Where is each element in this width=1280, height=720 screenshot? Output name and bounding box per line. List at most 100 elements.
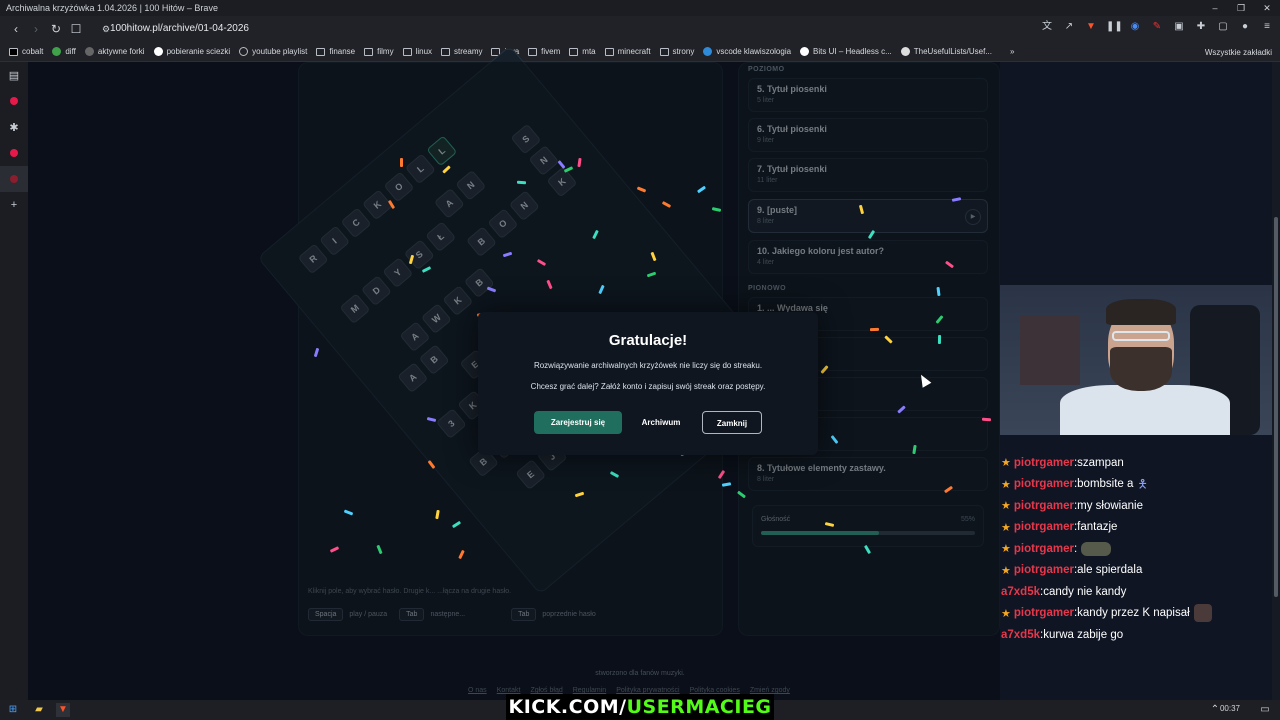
audio-icon[interactable]: ◉: [1128, 20, 1142, 34]
chat-text: bombsite a: [1077, 478, 1134, 491]
bookmark-icon[interactable]: ☐: [66, 22, 86, 36]
confetti-piece: [400, 158, 403, 167]
wallet-icon[interactable]: ▣: [1172, 20, 1186, 34]
register-button[interactable]: Zarejestruj się: [534, 411, 622, 434]
chat-text: fantazje: [1077, 521, 1118, 534]
bookmark-strony[interactable]: strony: [659, 47, 694, 56]
bookmark-finanse[interactable]: finanse: [316, 47, 355, 56]
url-input[interactable]: 100hitow.pl/archive/01-04-2026: [110, 19, 590, 39]
subscriber-star-icon: ★: [1001, 457, 1011, 470]
chat-message: ★ piotrgamer: bombsite a 🯅: [1001, 474, 1273, 496]
folder-icon: [441, 47, 451, 56]
scrollbar-thumb[interactable]: [1274, 217, 1278, 597]
emote-icon: 🯅: [1137, 477, 1148, 492]
chat-text: ale spierdala: [1077, 564, 1143, 577]
chat-username[interactable]: piotrgamer: [1014, 500, 1074, 512]
bookmark-minecraft[interactable]: minecraft: [604, 47, 651, 56]
window-title: Archiwalna krzyżówka 1.04.2026 | 100 Hit…: [6, 3, 218, 13]
bookmark-linux[interactable]: linux: [402, 47, 432, 56]
notification-icon[interactable]: ▭: [1258, 703, 1272, 717]
bookmarks-bar: cobalt diff aktywne forki pobieranie sci…: [0, 42, 1280, 62]
confetti-piece: [516, 180, 527, 185]
forward-icon[interactable]: ›: [26, 22, 46, 36]
bookmark-vscode[interactable]: vscode klawiszologia: [703, 47, 791, 56]
close-icon[interactable]: ✕: [1254, 0, 1280, 16]
brave-shield-icon[interactable]: ▼: [1084, 20, 1098, 34]
chat-text: my słowianie: [1077, 499, 1143, 512]
chat-message: ★ piotrgamer: szampan: [1001, 452, 1273, 474]
chat-username[interactable]: piotrgamer: [1014, 478, 1074, 490]
modal-title: Gratulacje!: [608, 332, 688, 349]
extension-icon[interactable]: ✎: [1150, 20, 1164, 34]
subscriber-star-icon: ★: [1001, 478, 1011, 491]
chat-text: kandy przez K napisał: [1077, 607, 1190, 620]
extensions-icon[interactable]: ✚: [1194, 20, 1208, 34]
screen: Archiwalna krzyżówka 1.04.2026 | 100 Hit…: [0, 0, 1280, 720]
chat-message: ★ piotrgamer: my słowianie: [1001, 495, 1273, 517]
diff-icon: [52, 47, 62, 56]
sidebar-active-icon[interactable]: [0, 166, 28, 192]
pause-icon[interactable]: ❚❚: [1106, 20, 1123, 34]
folder-icon: [402, 47, 412, 56]
confetti-piece: [937, 334, 942, 345]
folder-icon: [659, 47, 669, 56]
bookmark-filmy[interactable]: filmy: [364, 47, 394, 56]
bookmark-youtube[interactable]: youtube playlist: [239, 47, 307, 56]
bookmark-fivem[interactable]: fivem: [528, 47, 560, 56]
tank-emote-icon: [1081, 541, 1112, 556]
chat-username[interactable]: a7xd5k: [1001, 586, 1040, 598]
bookmark-aktywne-forki[interactable]: aktywne forki: [84, 47, 145, 56]
maximize-icon[interactable]: ❐: [1228, 0, 1254, 16]
profile-icon[interactable]: ●: [1238, 20, 1252, 34]
chat-username[interactable]: piotrgamer: [1014, 457, 1074, 469]
bits-icon: [800, 47, 810, 56]
folder-icon: [364, 47, 374, 56]
reload-icon[interactable]: ↻: [46, 22, 66, 36]
all-bookmarks[interactable]: Wszystkie zakładki: [1201, 42, 1272, 62]
bookmark-bits-ui[interactable]: Bits UI – Headless c...: [800, 47, 892, 56]
minimize-icon[interactable]: –: [1202, 0, 1228, 16]
modal-line-2: Chcesz grać dalej? Załóż konto i zapisuj…: [530, 382, 766, 391]
chat-username[interactable]: piotrgamer: [1014, 543, 1074, 555]
confetti-piece: [869, 327, 880, 332]
bookmark-streamy[interactable]: streamy: [441, 47, 482, 56]
vscode-icon: [703, 47, 713, 56]
subscriber-star-icon: ★: [1001, 500, 1011, 513]
bookmark-diff[interactable]: diff: [52, 47, 76, 56]
modal-line-1: Rozwiązywanie archiwalnych krzyżówek nie…: [533, 361, 763, 370]
brave-taskbar-icon[interactable]: ▼: [56, 703, 70, 717]
bookmark-usefullists[interactable]: TheUsefulLists/Usef...: [900, 47, 992, 56]
folder-icon: [604, 47, 614, 56]
chat-username[interactable]: piotrgamer: [1014, 607, 1074, 619]
chat-username[interactable]: piotrgamer: [1014, 521, 1074, 533]
sidebar-add-icon[interactable]: +: [0, 192, 28, 218]
chat-separator: :: [1073, 542, 1078, 555]
sidebar-panel-icon[interactable]: ▤: [0, 62, 28, 88]
bookmark-pobieranie[interactable]: pobieranie sciezki: [153, 47, 230, 56]
sidebar-toggle-icon[interactable]: ▢: [1216, 20, 1230, 34]
menu-icon[interactable]: ≡: [1260, 20, 1274, 34]
bookmark-mta[interactable]: mta: [569, 47, 596, 56]
archive-button[interactable]: Archiwum: [630, 411, 692, 434]
chat-message: a7xd5k: candy nie kandy: [1001, 581, 1273, 603]
fork-icon: [84, 47, 94, 56]
sidebar-app-icon[interactable]: ✱: [0, 114, 28, 140]
more-bookmarks-icon[interactable]: »: [1010, 47, 1014, 56]
globe-icon: [239, 47, 249, 56]
translate-icon[interactable]: 文: [1040, 20, 1054, 34]
bookmark-cobalt[interactable]: cobalt: [9, 47, 43, 56]
sidebar-youtube-icon-2[interactable]: [0, 140, 28, 166]
chat-username[interactable]: piotrgamer: [1014, 564, 1074, 576]
share-icon[interactable]: ↗: [1062, 20, 1076, 34]
folder-icon: [528, 47, 538, 56]
back-icon[interactable]: ‹: [6, 22, 26, 36]
window-titlebar: Archiwalna krzyżówka 1.04.2026 | 100 Hit…: [0, 0, 1280, 16]
chat-message: ★ piotrgamer: ale spierdala: [1001, 560, 1273, 582]
chat-username[interactable]: a7xd5k: [1001, 629, 1040, 641]
start-icon[interactable]: ⊞: [6, 703, 20, 717]
close-modal-button[interactable]: Zamknij: [702, 411, 762, 434]
sidebar-youtube-icon[interactable]: [0, 88, 28, 114]
page-scrollbar[interactable]: [1272, 62, 1280, 702]
file-explorer-icon[interactable]: ▰: [32, 703, 46, 717]
congrats-modal: Gratulacje! Rozwiązywanie archiwalnych k…: [478, 312, 818, 455]
